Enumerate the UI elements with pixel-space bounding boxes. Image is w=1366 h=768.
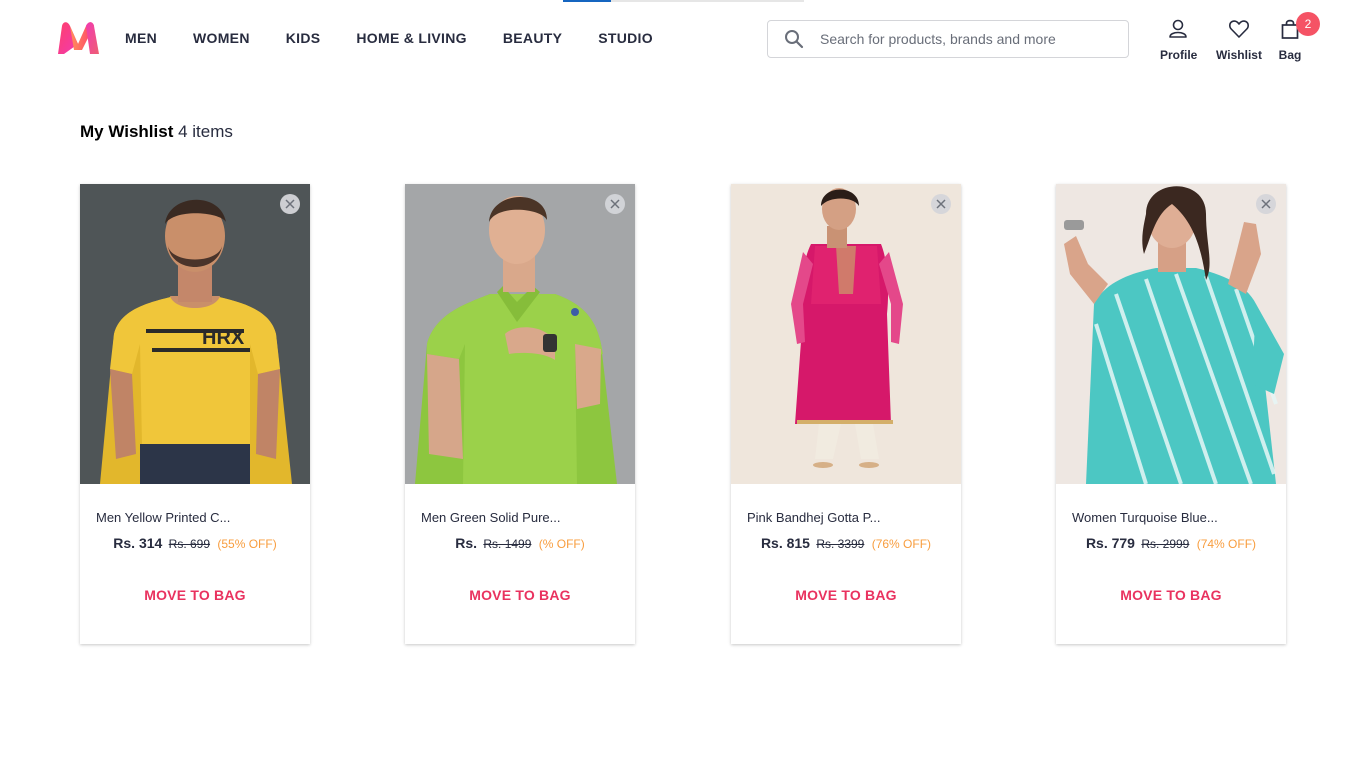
- original-price: Rs. 699: [168, 537, 211, 551]
- discount-percent: (% OFF): [538, 537, 585, 551]
- site-header: MEN WOMEN KIDS HOME & LIVING BEAUTY STUD…: [0, 0, 1366, 80]
- remove-item-icon[interactable]: [605, 194, 625, 214]
- product-image[interactable]: [731, 184, 961, 484]
- search-icon: [784, 29, 804, 49]
- product-name[interactable]: Men Green Solid Pure...: [421, 510, 560, 525]
- selling-price: Rs.: [455, 535, 478, 551]
- wishlist-item-card[interactable]: HRX Men Yellow Printed C... Rs. 314 Rs. …: [80, 184, 310, 644]
- product-price: Rs. 314 Rs. 699 (55% OFF): [80, 535, 310, 551]
- wishlist-count: 4 items: [178, 122, 233, 141]
- discount-percent: (76% OFF): [871, 537, 932, 551]
- wishlist-item-card[interactable]: Women Turquoise Blue... Rs. 779 Rs. 2999…: [1056, 184, 1286, 644]
- nav-kids[interactable]: KIDS: [286, 30, 321, 46]
- nav-women[interactable]: WOMEN: [193, 30, 250, 46]
- selling-price: Rs. 779: [1085, 535, 1135, 551]
- profile-button[interactable]: Profile: [1160, 18, 1198, 62]
- product-image[interactable]: HRX: [80, 184, 310, 484]
- myntra-logo-icon[interactable]: [52, 18, 104, 58]
- original-price: Rs. 1499: [483, 537, 532, 551]
- move-to-bag-button[interactable]: MOVE TO BAG: [731, 587, 961, 603]
- product-name[interactable]: Pink Bandhej Gotta P...: [747, 510, 880, 525]
- main-nav: MEN WOMEN KIDS HOME & LIVING BEAUTY STUD…: [125, 30, 653, 46]
- move-to-bag-button[interactable]: MOVE TO BAG: [405, 587, 635, 603]
- original-price: Rs. 2999: [1141, 537, 1190, 551]
- wishlist-label: Wishlist: [1216, 48, 1262, 62]
- product-price: Rs. 779 Rs. 2999 (74% OFF): [1056, 535, 1286, 551]
- bag-button[interactable]: Bag 2: [1276, 12, 1320, 62]
- profile-icon: [1168, 19, 1188, 44]
- discount-percent: (55% OFF): [217, 537, 277, 551]
- profile-label: Profile: [1160, 48, 1198, 62]
- wishlist-title: My Wishlist: [80, 122, 174, 141]
- nav-beauty[interactable]: BEAUTY: [503, 30, 562, 46]
- search-bar: [767, 20, 1129, 58]
- svg-text:HRX: HRX: [202, 327, 245, 349]
- bag-label: Bag: [1278, 48, 1302, 62]
- original-price: Rs. 3399: [816, 537, 865, 551]
- nav-home-living[interactable]: HOME & LIVING: [356, 30, 466, 46]
- wishlist-heading: My Wishlist 4 items: [80, 122, 233, 142]
- remove-item-icon[interactable]: [931, 194, 951, 214]
- product-name[interactable]: Women Turquoise Blue...: [1072, 510, 1218, 525]
- remove-item-icon[interactable]: [280, 194, 300, 214]
- selling-price: Rs. 314: [113, 535, 163, 551]
- wishlist-item-card[interactable]: Men Green Solid Pure... Rs. Rs. 1499 (% …: [405, 184, 635, 644]
- bag-count-badge: 2: [1296, 12, 1320, 36]
- wishlist-button[interactable]: Wishlist: [1214, 18, 1264, 62]
- remove-item-icon[interactable]: [1256, 194, 1276, 214]
- discount-percent: (74% OFF): [1196, 537, 1257, 551]
- move-to-bag-button[interactable]: MOVE TO BAG: [1056, 587, 1286, 603]
- product-price: Rs. 815 Rs. 3399 (76% OFF): [731, 535, 961, 551]
- selling-price: Rs. 815: [760, 535, 810, 551]
- move-to-bag-button[interactable]: MOVE TO BAG: [80, 587, 310, 603]
- wishlist-item-card[interactable]: Pink Bandhej Gotta P... Rs. 815 Rs. 3399…: [731, 184, 961, 644]
- product-price: Rs. Rs. 1499 (% OFF): [405, 535, 635, 551]
- search-input[interactable]: [820, 31, 1110, 47]
- product-image[interactable]: [1056, 184, 1286, 484]
- product-image[interactable]: [405, 184, 635, 484]
- nav-studio[interactable]: STUDIO: [598, 30, 653, 46]
- product-name[interactable]: Men Yellow Printed C...: [96, 510, 230, 525]
- heart-icon: [1228, 20, 1250, 44]
- nav-men[interactable]: MEN: [125, 30, 157, 46]
- page-loading-bar: [563, 0, 804, 2]
